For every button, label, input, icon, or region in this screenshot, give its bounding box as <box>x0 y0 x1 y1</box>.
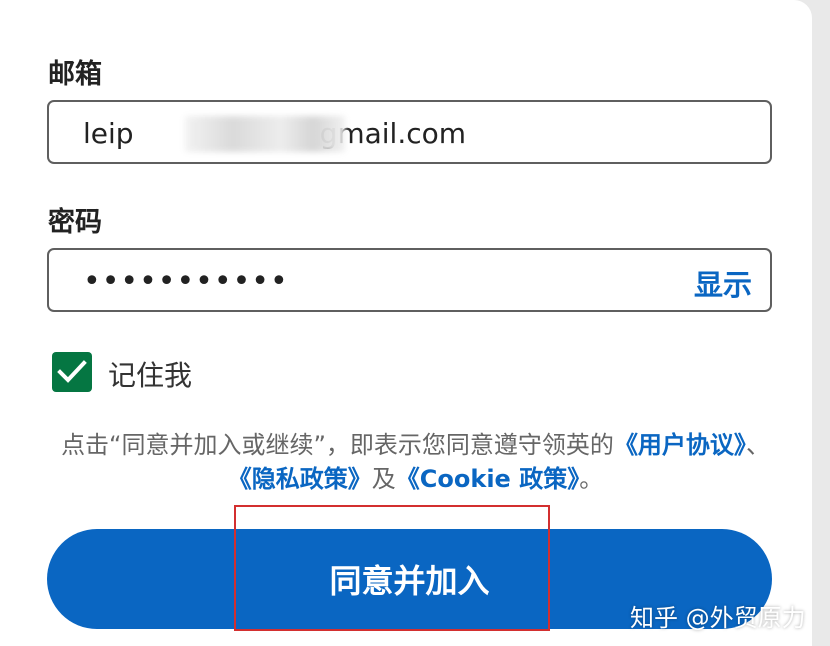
show-password-button[interactable]: 显示 <box>694 262 752 304</box>
watermark: 知乎 @外贸原力 <box>630 604 806 632</box>
email-label: 邮箱 <box>48 59 102 90</box>
signup-card: 邮箱 leip gmail.com 密码 ••••••••••• 显示 记住我 点… <box>0 0 812 646</box>
remember-me-checkbox[interactable] <box>52 352 92 392</box>
legal-end: 。 <box>579 465 604 493</box>
cookie-policy-link[interactable]: 《Cookie 政策》 <box>396 465 579 493</box>
checkmark-icon <box>57 360 87 383</box>
legal-notice: 点击“同意并加入或继续”，即表示您同意遵守领英的《用户协议》、《隐私政策》及《C… <box>48 428 783 496</box>
legal-text: 点击“同意并加入或继续”，即表示您同意遵守领英的 <box>61 431 614 459</box>
email-field[interactable]: leip gmail.com <box>47 100 772 164</box>
privacy-policy-link[interactable]: 《隐私政策》 <box>228 465 372 493</box>
legal-conjunction: 及 <box>371 465 396 493</box>
password-value: ••••••••••• <box>83 264 289 299</box>
legal-separator: 、 <box>745 431 770 459</box>
email-redaction <box>185 116 345 152</box>
user-agreement-link[interactable]: 《用户协议》 <box>614 431 746 459</box>
annotation-highlight-box <box>234 505 550 631</box>
password-field[interactable]: ••••••••••• 显示 <box>47 248 772 312</box>
password-label: 密码 <box>48 207 102 238</box>
remember-me-label: 记住我 <box>108 359 193 392</box>
